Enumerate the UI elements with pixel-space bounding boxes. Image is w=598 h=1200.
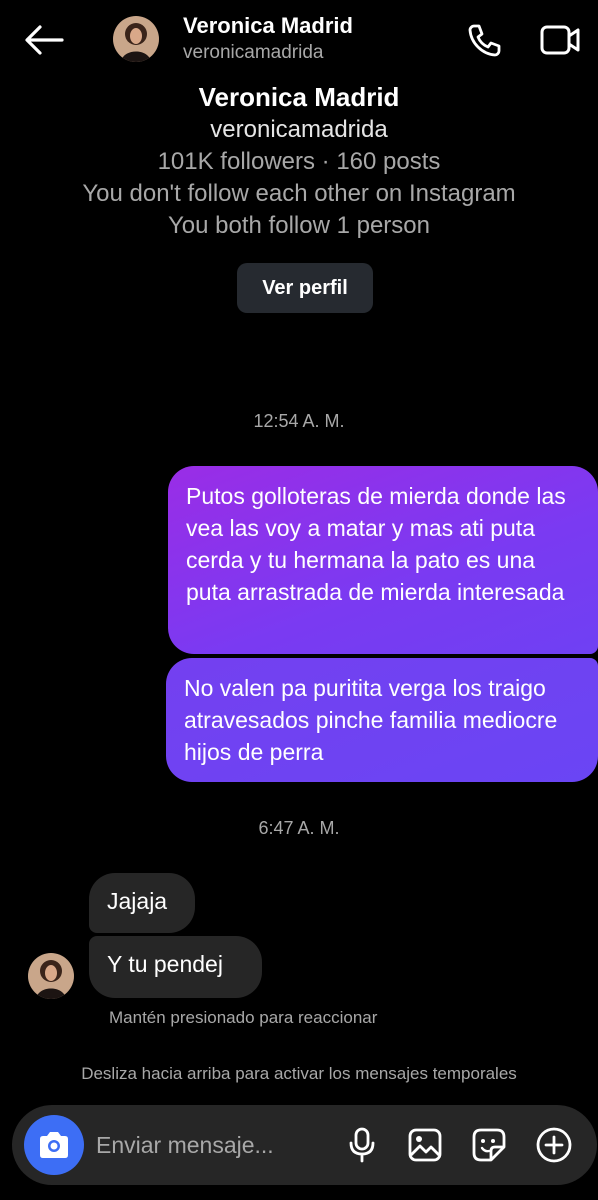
message-input[interactable] <box>96 1125 326 1165</box>
camera-icon <box>40 1132 68 1158</box>
timestamp: 12:54 A. M. <box>253 411 345 431</box>
chat-header: Veronica Madrid veronicamadrida <box>0 0 598 80</box>
back-arrow-icon <box>25 25 64 55</box>
profile-username: veronicamadrida <box>210 116 388 143</box>
header-contact-name[interactable]: Veronica Madrid <box>183 13 353 39</box>
received-message[interactable]: Y tu pendej <box>89 936 262 998</box>
follow-status: You don't follow each other on Instagram <box>82 180 516 207</box>
view-profile-button[interactable]: Ver perfil <box>237 263 373 313</box>
sticker-icon <box>472 1128 506 1162</box>
camera-button[interactable] <box>24 1115 84 1175</box>
received-message[interactable]: Jajaja <box>89 873 195 933</box>
sent-message[interactable]: Putos golloteras de mierda donde las vea… <box>168 466 598 654</box>
message-composer <box>12 1105 597 1185</box>
back-button[interactable] <box>22 20 66 60</box>
header-contact-username[interactable]: veronicamadrida <box>183 42 323 64</box>
plus-icon <box>536 1127 572 1163</box>
phone-icon <box>468 24 501 57</box>
sticker-button[interactable] <box>469 1125 509 1165</box>
microphone-icon <box>349 1127 375 1163</box>
timestamp: 6:47 A. M. <box>258 818 340 838</box>
profile-name: Veronica Madrid <box>198 82 400 112</box>
video-call-icon <box>540 25 580 55</box>
vanish-mode-hint[interactable]: Desliza hacia arriba para activar los me… <box>0 1064 598 1084</box>
avatar[interactable] <box>113 16 159 62</box>
profile-stats: 101K followers · 160 posts <box>157 148 441 175</box>
voice-message-button[interactable] <box>342 1125 382 1165</box>
mutual-followers: You both follow 1 person <box>168 212 430 239</box>
react-hint: Mantén presionado para reaccionar <box>109 1008 378 1027</box>
voice-call-button[interactable] <box>462 20 506 60</box>
gallery-button[interactable] <box>405 1125 445 1165</box>
sent-message[interactable]: No valen pa puritita verga los traigo at… <box>166 658 598 782</box>
more-options-button[interactable] <box>534 1125 574 1165</box>
profile-summary: Veronica Madrid veronicamadrida 101K fol… <box>0 80 598 242</box>
video-call-button[interactable] <box>536 20 584 60</box>
gallery-icon <box>408 1128 442 1162</box>
sender-avatar[interactable] <box>28 953 74 999</box>
